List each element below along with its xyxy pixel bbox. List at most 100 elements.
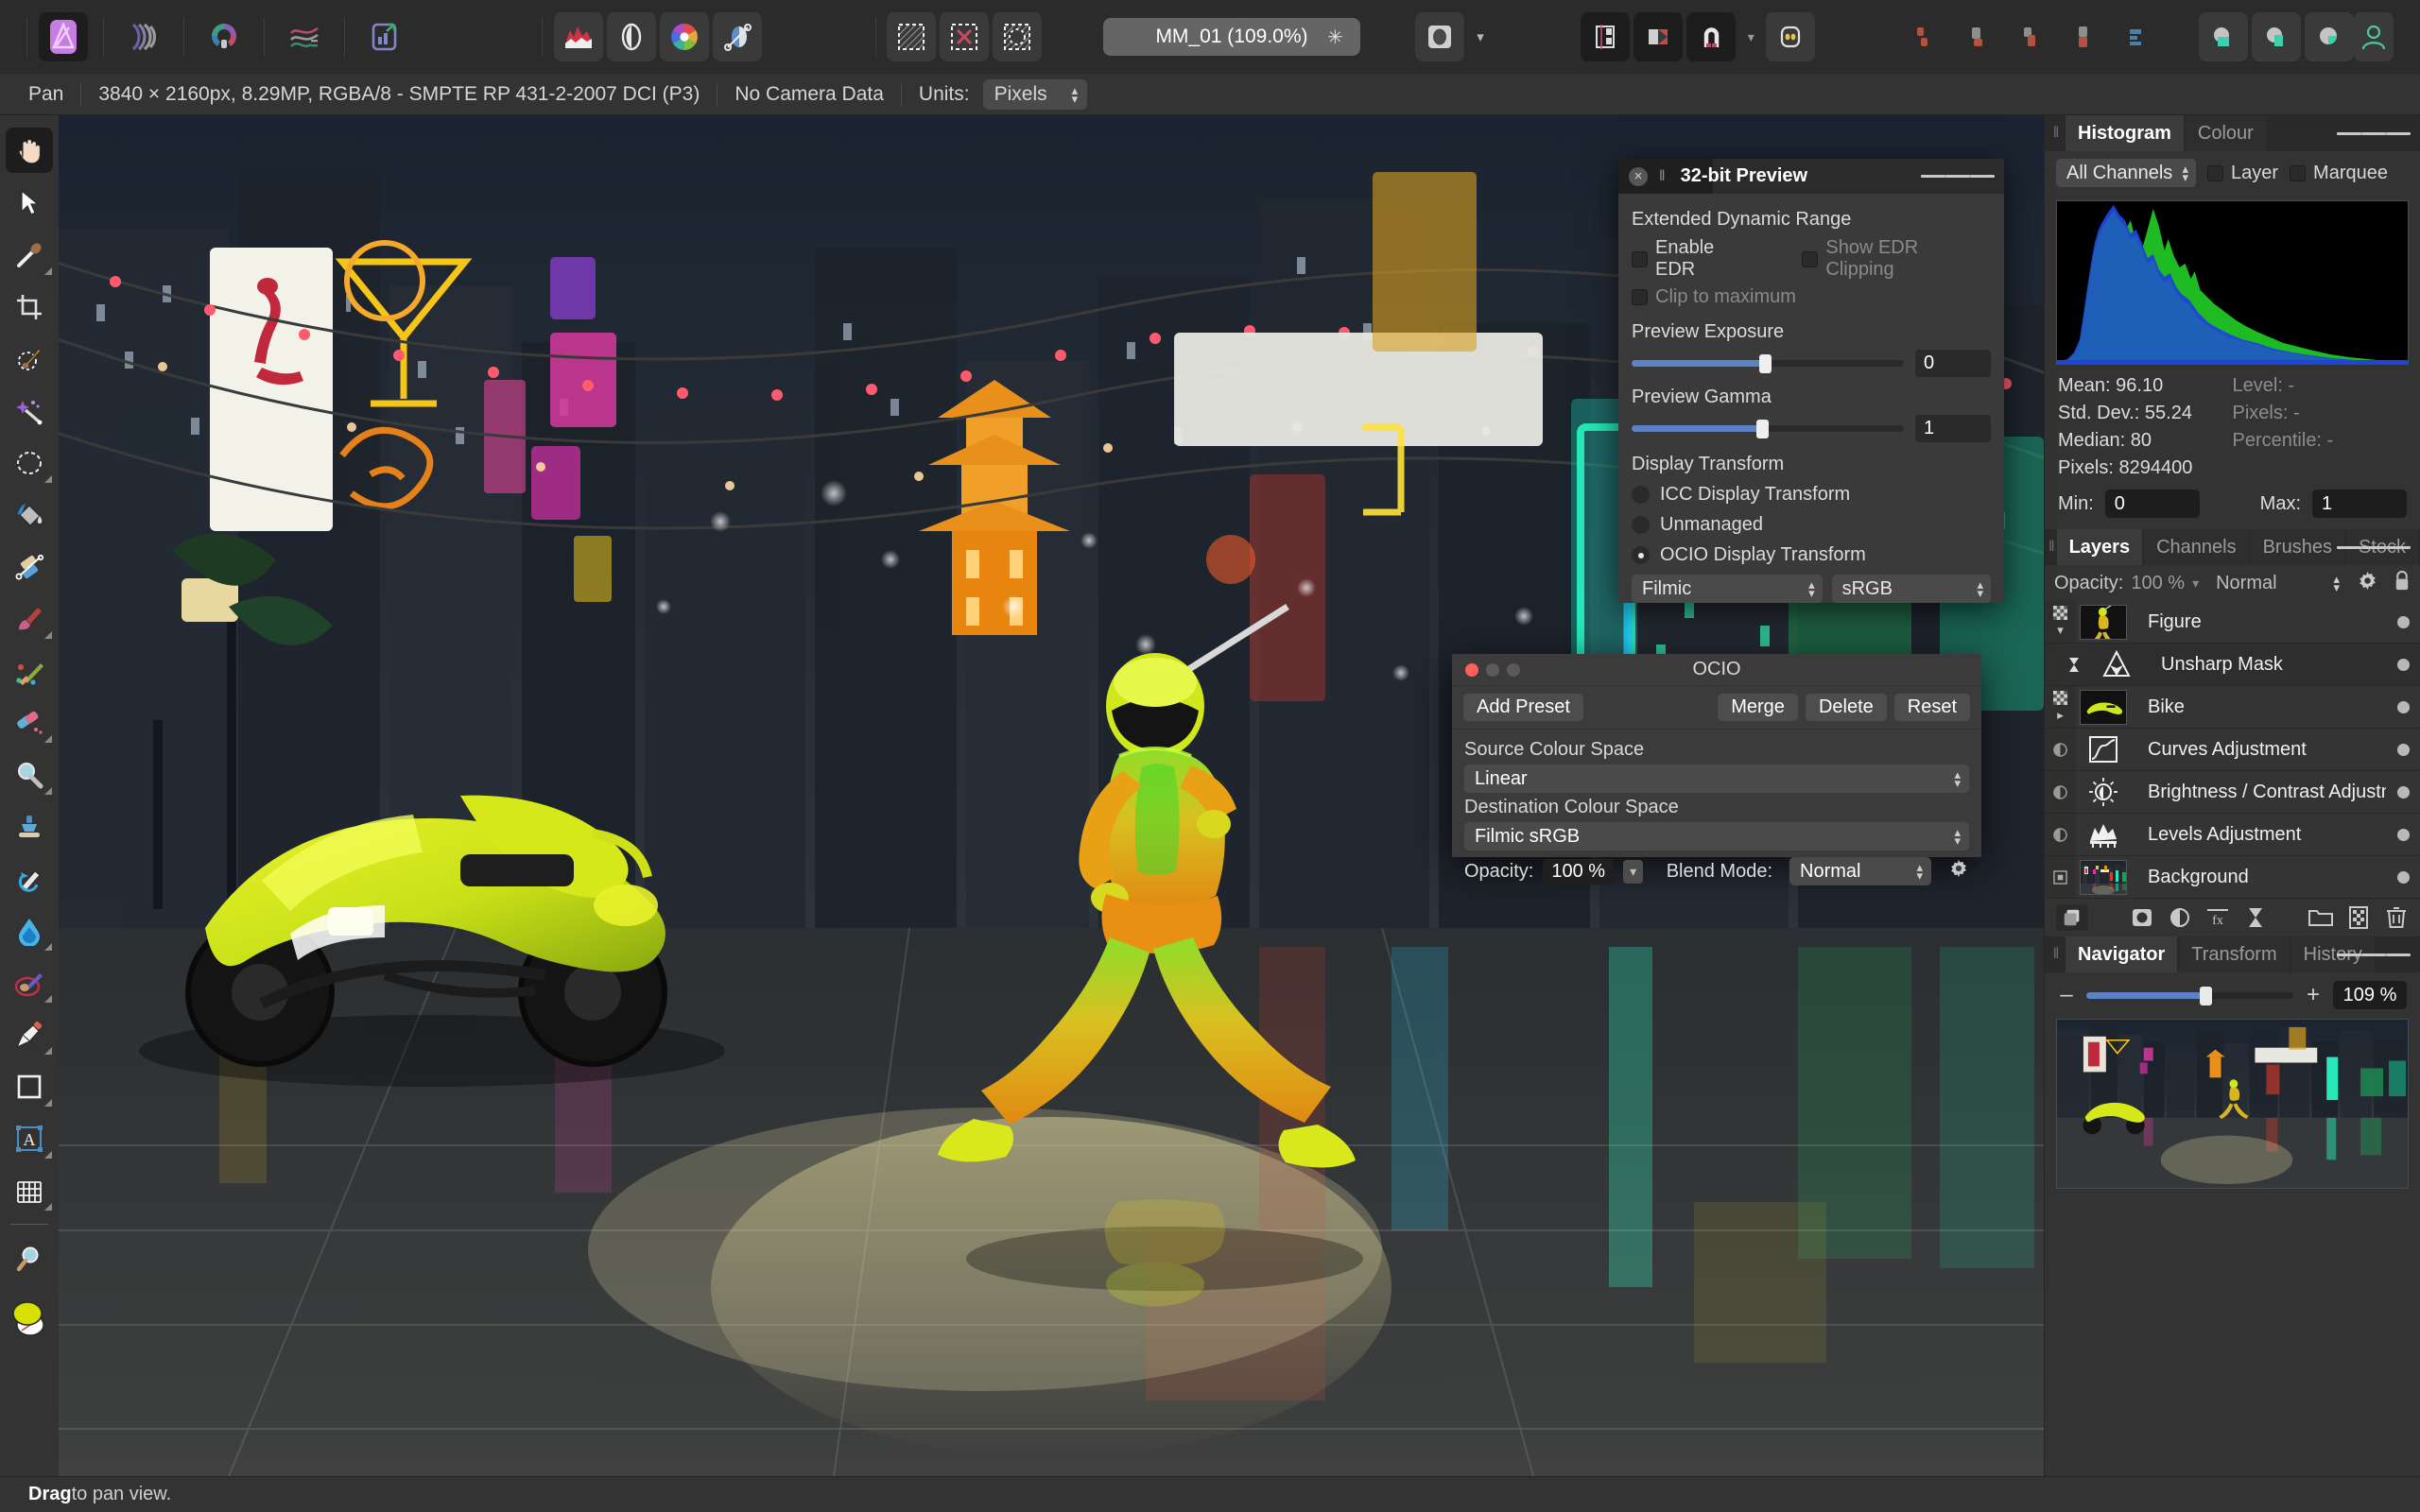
- layer-visibility-toggle[interactable]: [2386, 856, 2420, 898]
- navigator-thumbnail[interactable]: [2056, 1019, 2409, 1189]
- tab-brushes[interactable]: Brushes: [2251, 529, 2344, 565]
- undo-brush-tool[interactable]: [0, 852, 59, 904]
- blend-chevron-updown-icon[interactable]: ▴▾: [2333, 575, 2340, 592]
- paint-brush-tool[interactable]: [0, 593, 59, 644]
- boolean-add-icon[interactable]: [2199, 12, 2248, 61]
- export-persona-icon[interactable]: [360, 12, 409, 61]
- dodge-brush-tool[interactable]: [0, 748, 59, 800]
- delete-button[interactable]: Delete: [1806, 694, 1887, 721]
- artistic-text-tool[interactable]: A: [0, 1112, 59, 1164]
- mask-invert-icon[interactable]: [993, 12, 1042, 61]
- layer-type-icon[interactable]: ▸: [2045, 686, 2076, 728]
- gear-icon[interactable]: [1948, 858, 1969, 885]
- tab-layers[interactable]: Layers: [2057, 529, 2143, 565]
- hourglass-icon[interactable]: [2243, 905, 2268, 930]
- ocio-blend-select[interactable]: Normal ▴▾: [1789, 857, 1931, 885]
- zoom-value-field[interactable]: 109 %: [2333, 981, 2407, 1009]
- crop-tool[interactable]: [0, 281, 59, 333]
- clip-to-maximum-checkbox[interactable]: Clip to maximum: [1632, 286, 1991, 308]
- ocio-view-select[interactable]: Filmic ▴▾: [1632, 575, 1823, 603]
- lock-icon[interactable]: [2394, 570, 2411, 597]
- mesh-warp-tool[interactable]: [0, 1164, 59, 1216]
- layer-visibility-toggle[interactable]: [2386, 771, 2420, 813]
- live-filter-icon[interactable]: [713, 12, 762, 61]
- gear-icon[interactable]: [2357, 570, 2378, 597]
- histogram-marquee-checkbox[interactable]: Marquee: [2290, 163, 2388, 184]
- boolean-intersect-icon[interactable]: [2305, 12, 2354, 61]
- snapping-icon[interactable]: [1686, 12, 1736, 61]
- preview-exposure-slider[interactable]: [1632, 360, 1904, 367]
- table-row[interactable]: Levels Adjustment: [2045, 814, 2420, 856]
- histogram-panel-menu-icon[interactable]: [2337, 115, 2411, 151]
- unmanaged-radio[interactable]: Unmanaged: [1632, 514, 1991, 536]
- close-icon[interactable]: ×: [1629, 167, 1648, 186]
- contrast-icon[interactable]: [607, 12, 656, 61]
- max-input[interactable]: 1: [2312, 490, 2407, 518]
- navigator-panel-menu-icon[interactable]: [2337, 936, 2411, 972]
- mask-refine-icon[interactable]: [887, 12, 936, 61]
- panel-grip-icon[interactable]: ‖: [2045, 529, 2057, 565]
- layer-thumbnail[interactable]: [2076, 686, 2131, 728]
- mirror-view-icon[interactable]: [1634, 12, 1683, 61]
- add-preset-button[interactable]: Add Preset: [1463, 694, 1583, 721]
- layer-type-icon[interactable]: [2045, 771, 2076, 813]
- units-select[interactable]: Pixels ▴▾: [983, 79, 1088, 110]
- layer-visibility-toggle[interactable]: [2386, 601, 2420, 643]
- flood-fill-tool[interactable]: [0, 489, 59, 541]
- layer-visibility-toggle[interactable]: [2386, 729, 2420, 770]
- snapping-chevron-down-icon[interactable]: ▾: [1739, 12, 1762, 61]
- new-group-icon[interactable]: [2308, 905, 2333, 930]
- ocio-display-transform-radio[interactable]: OCIO Display Transform: [1632, 544, 1991, 566]
- layer-type-icon[interactable]: [2058, 644, 2089, 685]
- ocio-opacity-field[interactable]: 100 %: [1543, 859, 1614, 885]
- marquee-selection-tool[interactable]: [0, 437, 59, 489]
- layer-thumbnail[interactable]: [2076, 771, 2131, 813]
- preview-gamma-slider[interactable]: [1632, 425, 1904, 432]
- affinity-persona-photo-icon[interactable]: [39, 12, 88, 61]
- layer-type-icon[interactable]: [2045, 856, 2076, 898]
- inpainting-brush-tool[interactable]: [0, 956, 59, 1008]
- colour-swatch-icon[interactable]: [0, 1284, 59, 1350]
- mask-clear-icon[interactable]: [940, 12, 989, 61]
- align-left-icon[interactable]: [1899, 12, 1948, 61]
- table-row[interactable]: Unsharp Mask: [2045, 644, 2420, 686]
- pen-tool[interactable]: [0, 1008, 59, 1060]
- view-pan-tool[interactable]: [0, 125, 59, 177]
- layer-type-icon[interactable]: ▾: [2045, 601, 2076, 643]
- merge-button[interactable]: Merge: [1718, 694, 1798, 721]
- boolean-subtract-icon[interactable]: [2252, 12, 2301, 61]
- erase-brush-tool[interactable]: [0, 696, 59, 748]
- min-input[interactable]: 0: [2105, 490, 2200, 518]
- layer-thumbnail[interactable]: [2076, 729, 2131, 770]
- tab-transform[interactable]: Transform: [2179, 936, 2289, 972]
- align-center-icon[interactable]: [1952, 12, 2001, 61]
- clone-brush-tool[interactable]: [0, 800, 59, 852]
- flood-select-tool[interactable]: [0, 385, 59, 437]
- panel-grip-icon[interactable]: ‖: [2045, 936, 2066, 972]
- layer-opacity-value[interactable]: 100 %: [2131, 573, 2185, 594]
- layer-visibility-toggle[interactable]: [2386, 686, 2420, 728]
- zoom-tool[interactable]: [0, 1232, 59, 1284]
- ocio-display-select[interactable]: sRGB ▴▾: [1832, 575, 1991, 603]
- layer-visibility-toggle[interactable]: [2386, 644, 2420, 685]
- table-row[interactable]: Background: [2045, 856, 2420, 899]
- paint-mixer-brush-tool[interactable]: [0, 644, 59, 696]
- histogram-layer-checkbox[interactable]: Layer: [2207, 163, 2278, 184]
- layers-panel-menu-icon[interactable]: [2337, 529, 2411, 565]
- edr-preview-panel[interactable]: × ‖ 32-bit Preview Extended Dynamic Rang…: [1618, 159, 2004, 603]
- layer-blend-value[interactable]: Normal: [2216, 573, 2276, 594]
- selection-brush-tool[interactable]: [0, 333, 59, 385]
- panel-grip-icon[interactable]: ‖: [1659, 168, 1664, 185]
- align-right-icon[interactable]: [2005, 12, 2054, 61]
- split-view-icon[interactable]: [1581, 12, 1630, 61]
- colour-picker-tool[interactable]: [0, 229, 59, 281]
- reset-button[interactable]: Reset: [1894, 694, 1970, 721]
- layer-stack-icon[interactable]: [2056, 904, 2088, 931]
- assistant-icon[interactable]: [1766, 12, 1815, 61]
- gradient-tool[interactable]: [0, 541, 59, 593]
- table-row[interactable]: ▸Bike: [2045, 686, 2420, 729]
- tab-navigator[interactable]: Navigator: [2066, 936, 2177, 972]
- edr-panel-menu-icon[interactable]: [1921, 159, 1995, 194]
- live-filter-layer-icon[interactable]: fx: [2205, 905, 2230, 930]
- blur-brush-tool[interactable]: [0, 904, 59, 956]
